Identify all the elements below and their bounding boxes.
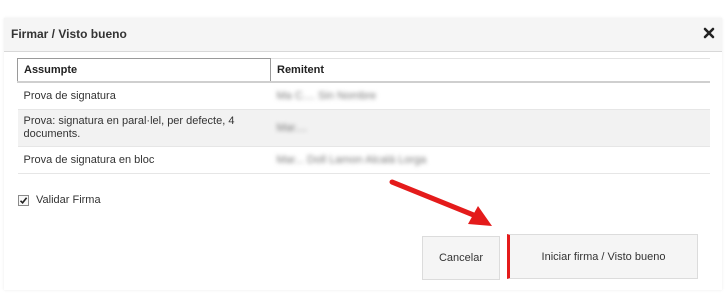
row-sender: Ma C.... Sin Nombre (270, 82, 710, 110)
table-row[interactable]: Prova: signatura en paral·lel, per defec… (17, 109, 710, 147)
column-header-subject[interactable]: Assumpte (17, 58, 271, 83)
red-arrow-annotation (389, 179, 492, 226)
row-subject: Prova: signatura en paral·lel, per defec… (17, 109, 271, 147)
validate-signature-label: Validar Firma (36, 194, 101, 206)
validate-signature-option[interactable]: Validar Firma (18, 194, 101, 206)
start-signature-button[interactable]: Iniciar firma / Visto bueno (507, 234, 698, 279)
messages-table: Assumpte Remitent Prova de signatura Ma … (17, 58, 710, 174)
checkmark-icon (19, 196, 28, 204)
table-row[interactable]: Prova de signatura en bloc Mar... Doll L… (17, 146, 710, 174)
row-subject: Prova de signatura (17, 82, 271, 110)
column-header-sender[interactable]: Remitent (270, 58, 710, 83)
dialog-header: Firmar / Visto bueno (4, 18, 722, 52)
dialog: Firmar / Visto bueno Assumpte Remitent P… (4, 18, 722, 290)
dialog-title: Firmar / Visto bueno (11, 27, 127, 41)
cancel-button[interactable]: Cancelar (422, 236, 500, 280)
row-subject: Prova de signatura en bloc (17, 146, 271, 174)
row-sender: Mar... Doll Lamon Alcalá Lorga (270, 146, 710, 174)
table-row[interactable]: Prova de signatura Ma C.... Sin Nombre (17, 82, 710, 110)
validate-signature-checkbox[interactable] (18, 194, 29, 206)
row-sender: Mar.... (270, 109, 710, 147)
close-icon[interactable] (702, 25, 716, 41)
